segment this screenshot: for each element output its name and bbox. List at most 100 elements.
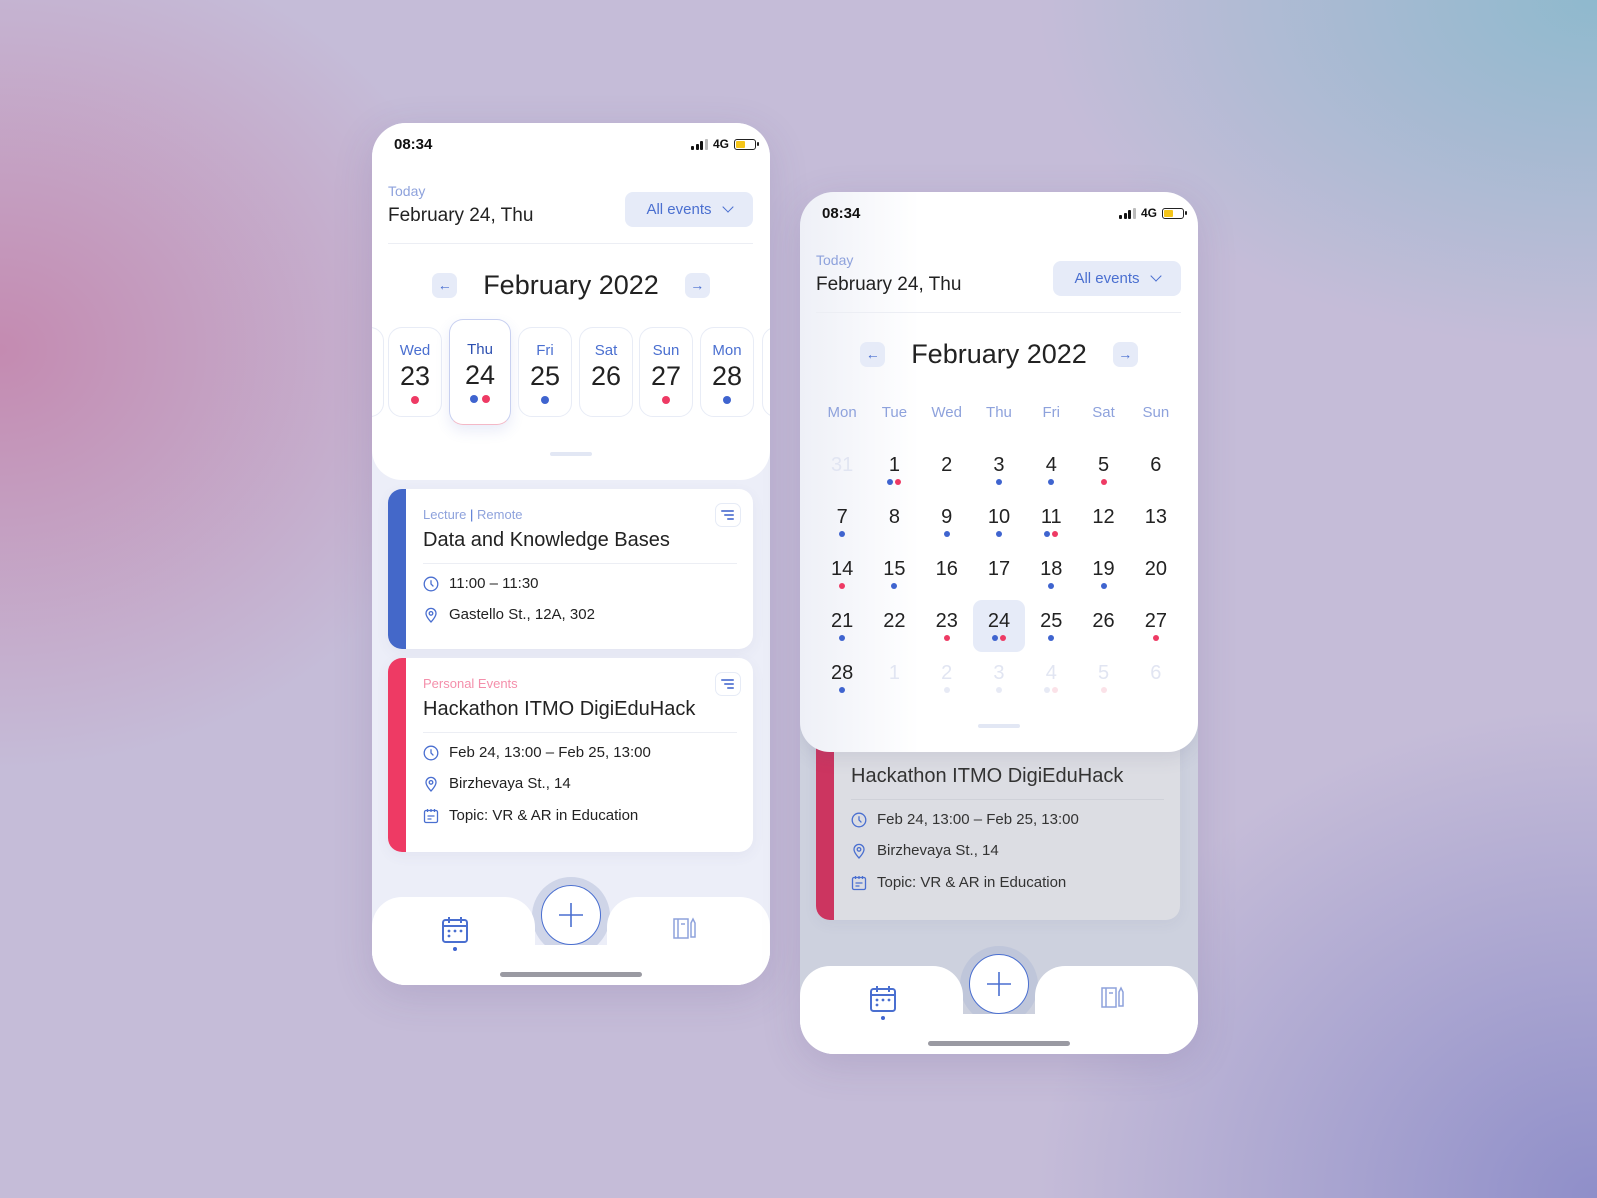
week-strip[interactable]: Wed 23 Thu 24 Fri 25 Sat 26 Sun 27 Mon 28 [372, 319, 770, 429]
calendar-day[interactable]: 25 [1025, 604, 1077, 656]
drag-handle[interactable] [978, 724, 1020, 728]
clock-icon [423, 745, 439, 760]
calendar-day[interactable]: 11 [1025, 500, 1077, 552]
prev-month-button[interactable]: ← [860, 341, 886, 367]
event-dot-blue [839, 531, 846, 537]
calendar-day[interactable]: 3 [973, 656, 1025, 708]
event-filter-dropdown[interactable]: All events [625, 192, 753, 227]
day-card[interactable]: Wed 23 [388, 327, 442, 417]
calendar-day[interactable]: 7 [816, 500, 868, 552]
event-indicators [519, 396, 571, 404]
calendar-day[interactable]: 23 [921, 604, 973, 656]
calendar-day[interactable]: 26 [1077, 604, 1129, 656]
event-indicators [973, 531, 1025, 539]
tab-calendar[interactable] [868, 984, 898, 1020]
drag-handle[interactable] [550, 452, 592, 456]
calendar-day[interactable]: 1 [868, 656, 920, 708]
day-number: 10 [987, 506, 1011, 528]
calendar-day[interactable]: 28 [816, 656, 868, 708]
calendar-day[interactable]: 3 [973, 448, 1025, 500]
next-month-button[interactable]: → [1112, 341, 1138, 367]
event-indicators [973, 479, 1025, 487]
calendar-day[interactable]: 5 [1077, 656, 1129, 708]
calendar-day[interactable]: 6 [1130, 656, 1182, 708]
event-color-bar [388, 489, 406, 649]
weekday-label: Thu [986, 404, 1012, 421]
day-number: 26 [590, 361, 622, 391]
calendar-day[interactable]: 6 [1130, 448, 1182, 500]
calendar-day[interactable]: 5 [1077, 448, 1129, 500]
next-month-button[interactable]: → [684, 272, 710, 298]
calendar-day[interactable]: 10 [973, 500, 1025, 552]
notebook-icon [1101, 986, 1124, 1008]
day-card[interactable]: Thu 24 [449, 319, 511, 425]
event-options-button[interactable] [715, 672, 741, 696]
chevron-down-icon [721, 201, 734, 213]
tab-notes[interactable] [672, 915, 698, 941]
event-indicators [921, 531, 973, 539]
month-navigation: ← February 2022 → [372, 268, 770, 302]
tab-calendar[interactable] [440, 915, 470, 951]
event-indicators [973, 635, 1025, 643]
calendar-day[interactable]: 31 [816, 448, 868, 500]
event-dot-red [895, 479, 902, 485]
event-dot-blue [723, 396, 731, 404]
calendar-day[interactable]: 27 [1130, 604, 1182, 656]
day-number: 4 [1045, 454, 1057, 476]
day-number: 25 [1040, 610, 1063, 632]
calendar-day[interactable]: 2 [921, 448, 973, 500]
day-card[interactable]: Sat 26 [579, 327, 633, 417]
calendar-day[interactable]: 22 [868, 604, 920, 656]
event-dot-red [482, 395, 490, 403]
calendar-day[interactable]: 9 [921, 500, 973, 552]
day-card[interactable]: Fri 25 [518, 327, 572, 417]
day-card[interactable]: Mon 28 [700, 327, 754, 417]
day-number: 16 [935, 558, 958, 580]
day-number: 5 [1097, 662, 1110, 684]
calendar-day[interactable]: 4 [1025, 656, 1077, 708]
event-indicators [1077, 635, 1129, 643]
event-indicators [389, 396, 441, 404]
calendar-day[interactable]: 19 [1077, 552, 1129, 604]
prev-month-button[interactable]: ← [432, 272, 458, 298]
event-time: 11:00 – 11:30 [449, 575, 539, 592]
event-card-hackathon[interactable]: Personal Events Hackathon ITMO DigiEduHa… [388, 658, 753, 852]
calendar-day[interactable]: 16 [921, 552, 973, 604]
event-dot-blue [1048, 635, 1055, 641]
calendar-day[interactable]: 2 [921, 656, 973, 708]
event-options-button[interactable] [715, 503, 741, 527]
add-event-button[interactable] [541, 885, 601, 945]
calendar-day[interactable]: 12 [1077, 500, 1129, 552]
signal-bars-icon [691, 138, 708, 150]
clock-icon [423, 576, 439, 591]
chevron-down-icon [1149, 270, 1162, 282]
event-time-row: Feb 24, 13:00 – Feb 25, 13:00 [851, 811, 1079, 828]
day-card-partial-next[interactable] [762, 327, 770, 417]
divider [423, 732, 737, 733]
tab-notes[interactable] [1100, 984, 1126, 1010]
calendar-day[interactable]: 8 [868, 500, 920, 552]
day-card[interactable]: Sun 27 [639, 327, 693, 417]
event-card-lecture[interactable]: Lecture | Remote Data and Knowledge Base… [388, 489, 753, 649]
calendar-day[interactable]: 20 [1130, 552, 1182, 604]
day-number: 7 [836, 506, 848, 528]
day-number: 6 [1150, 454, 1162, 476]
calendar-day[interactable]: 18 [1025, 552, 1077, 604]
event-indicators [1077, 687, 1129, 695]
day-number: 13 [1144, 506, 1167, 528]
calendar-day[interactable]: 13 [1130, 500, 1182, 552]
calendar-day[interactable]: 4 [1025, 448, 1077, 500]
calendar-day[interactable]: 14 [816, 552, 868, 604]
event-indicators [1077, 479, 1129, 487]
calendar-day[interactable]: 21 [816, 604, 868, 656]
calendar-day-selected[interactable]: 24 [973, 604, 1025, 656]
calendar-day[interactable]: 15 [868, 552, 920, 604]
calendar-day[interactable]: 17 [973, 552, 1025, 604]
event-filter-dropdown[interactable]: All events [1053, 261, 1181, 296]
day-card-partial-prev[interactable] [372, 327, 384, 417]
event-indicators [921, 479, 973, 487]
weekday-header: Mon Tue Wed Thu Fri Sat Sun [816, 404, 1182, 421]
day-number: 3 [993, 454, 1005, 476]
calendar-day[interactable]: 1 [868, 448, 920, 500]
add-event-button[interactable] [969, 954, 1029, 1014]
